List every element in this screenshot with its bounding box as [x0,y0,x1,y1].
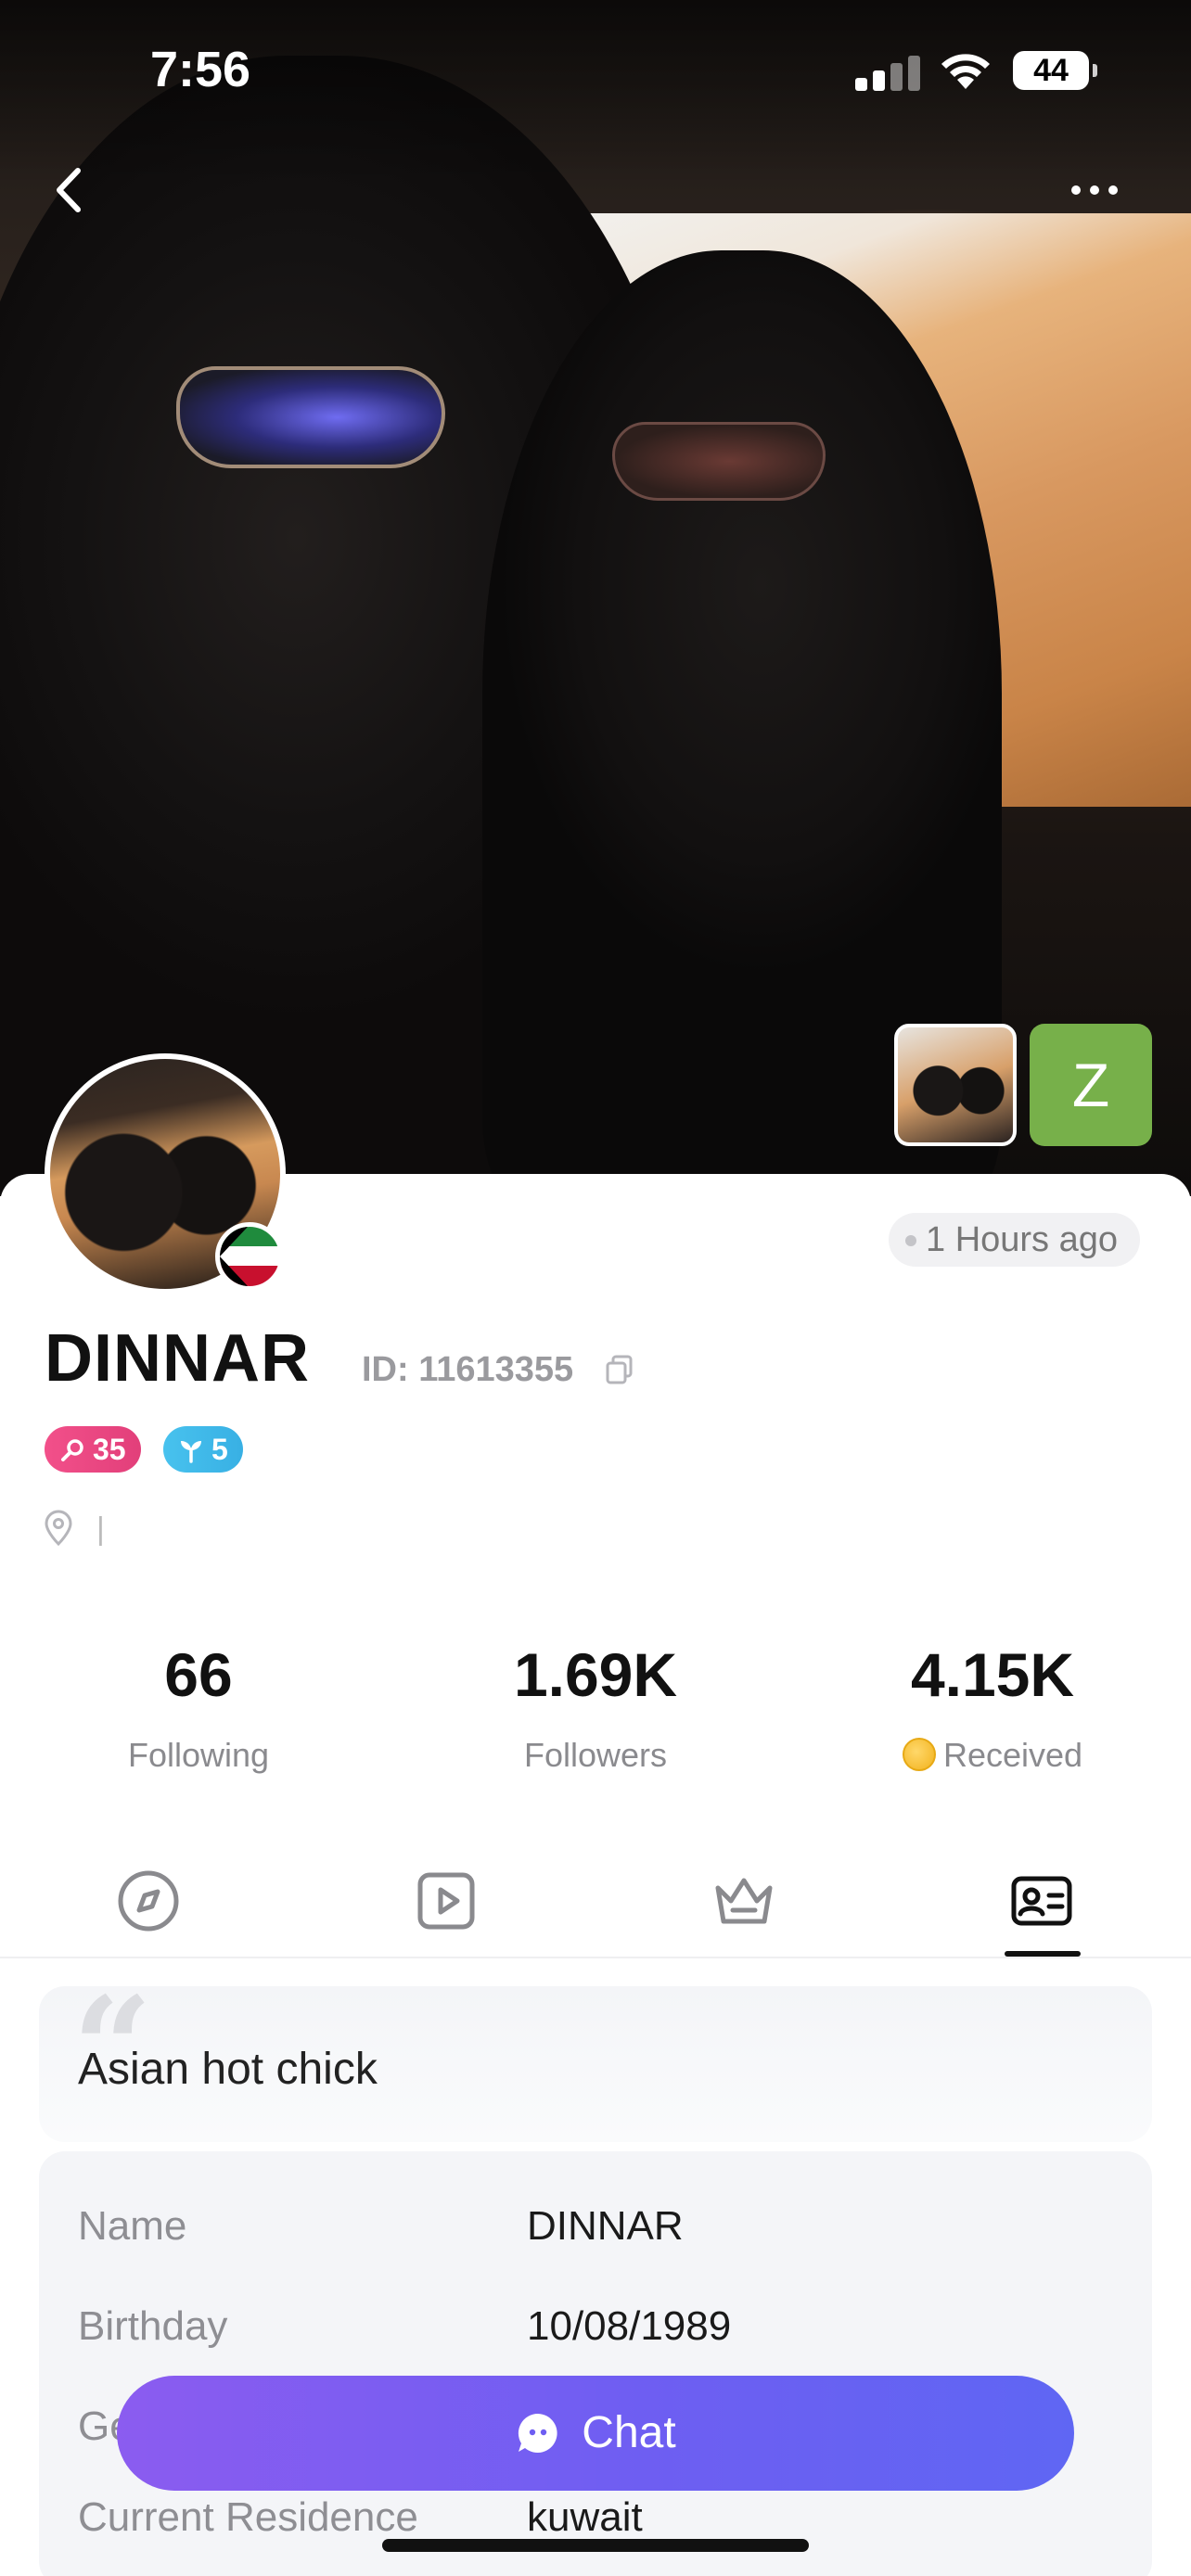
bio-text: Asian hot chick [78,2045,378,2094]
back-button[interactable] [37,158,102,223]
info-key: Birthday [78,2303,228,2349]
info-card: Name DINNAR Birthday 10/08/1989 Ge Curre… [39,2151,1152,2576]
growth-value: 5 [211,1433,228,1466]
status-dot-icon [905,1235,916,1246]
following-count: 66 [164,1640,233,1709]
chat-button[interactable]: Chat [117,2376,1074,2491]
info-value: kuwait [527,2494,643,2540]
cover-photo[interactable] [0,0,1191,1196]
received-count: 4.15K [910,1640,1075,1709]
status-time: 7:56 [150,42,251,97]
level-badge[interactable]: 35 [45,1426,141,1473]
cover-sunglasses-right [612,422,826,501]
location-pin-icon [45,1510,72,1547]
following-stat[interactable]: 66 Following [41,1639,356,1775]
battery-indicator: 44 [1013,51,1097,90]
copy-icon[interactable] [605,1354,634,1385]
crown-icon [715,1878,773,1924]
info-row-name: Name DINNAR [78,2203,1117,2259]
info-value: DINNAR [527,2203,684,2249]
wifi-icon [941,54,990,89]
cover-sunglasses-left [176,366,445,468]
play-icon [417,1872,475,1930]
followers-label: Followers [523,1736,668,1774]
tab-vip[interactable] [707,1864,781,1938]
info-value: 10/08/1989 [527,2303,732,2349]
followers-stat[interactable]: 1.69K Followers [438,1639,753,1775]
profile-tabs [0,1855,1191,1958]
last-active-text: 1 Hours ago [926,1220,1119,1259]
signal-icon [855,56,920,91]
chat-bubble-icon [519,2413,557,2453]
followers-count: 1.69K [513,1640,678,1709]
last-active-badge: 1 Hours ago [889,1213,1141,1267]
chat-label: Chat [582,2408,676,2457]
profile-card-icon [1011,1876,1072,1926]
tab-videos[interactable] [409,1864,483,1938]
letter-thumbnail[interactable]: Z [1030,1024,1152,1146]
kuwait-flag-icon [215,1222,284,1291]
level-icon [61,1439,83,1461]
coin-icon [902,1738,936,1771]
info-row-birthday: Birthday 10/08/1989 [78,2303,1117,2359]
level-value: 35 [93,1433,126,1466]
growth-badge[interactable]: 5 [163,1426,243,1473]
info-key: Current Residence [78,2494,418,2540]
received-stat[interactable]: 4.15K Received [835,1639,1150,1775]
home-indicator[interactable] [382,2539,809,2552]
active-tab-indicator [1005,1951,1081,1957]
tab-explore[interactable] [111,1864,186,1938]
user-id: ID: 11613355 [362,1350,574,1389]
received-label-row: Received [835,1736,1150,1775]
bio-card: “ Asian hot chick [39,1979,1152,2142]
location-text: | [96,1511,105,1547]
more-options-button[interactable] [1057,172,1132,209]
info-key: Name [78,2203,187,2249]
received-label: Received [942,1736,1083,1774]
profile-name: DINNAR [45,1321,310,1396]
sprout-icon [181,1441,201,1463]
tab-profile-info[interactable] [1005,1864,1079,1938]
following-label: Following [127,1736,270,1774]
photo-thumbnail[interactable] [894,1024,1017,1146]
compass-icon [118,1870,179,1932]
